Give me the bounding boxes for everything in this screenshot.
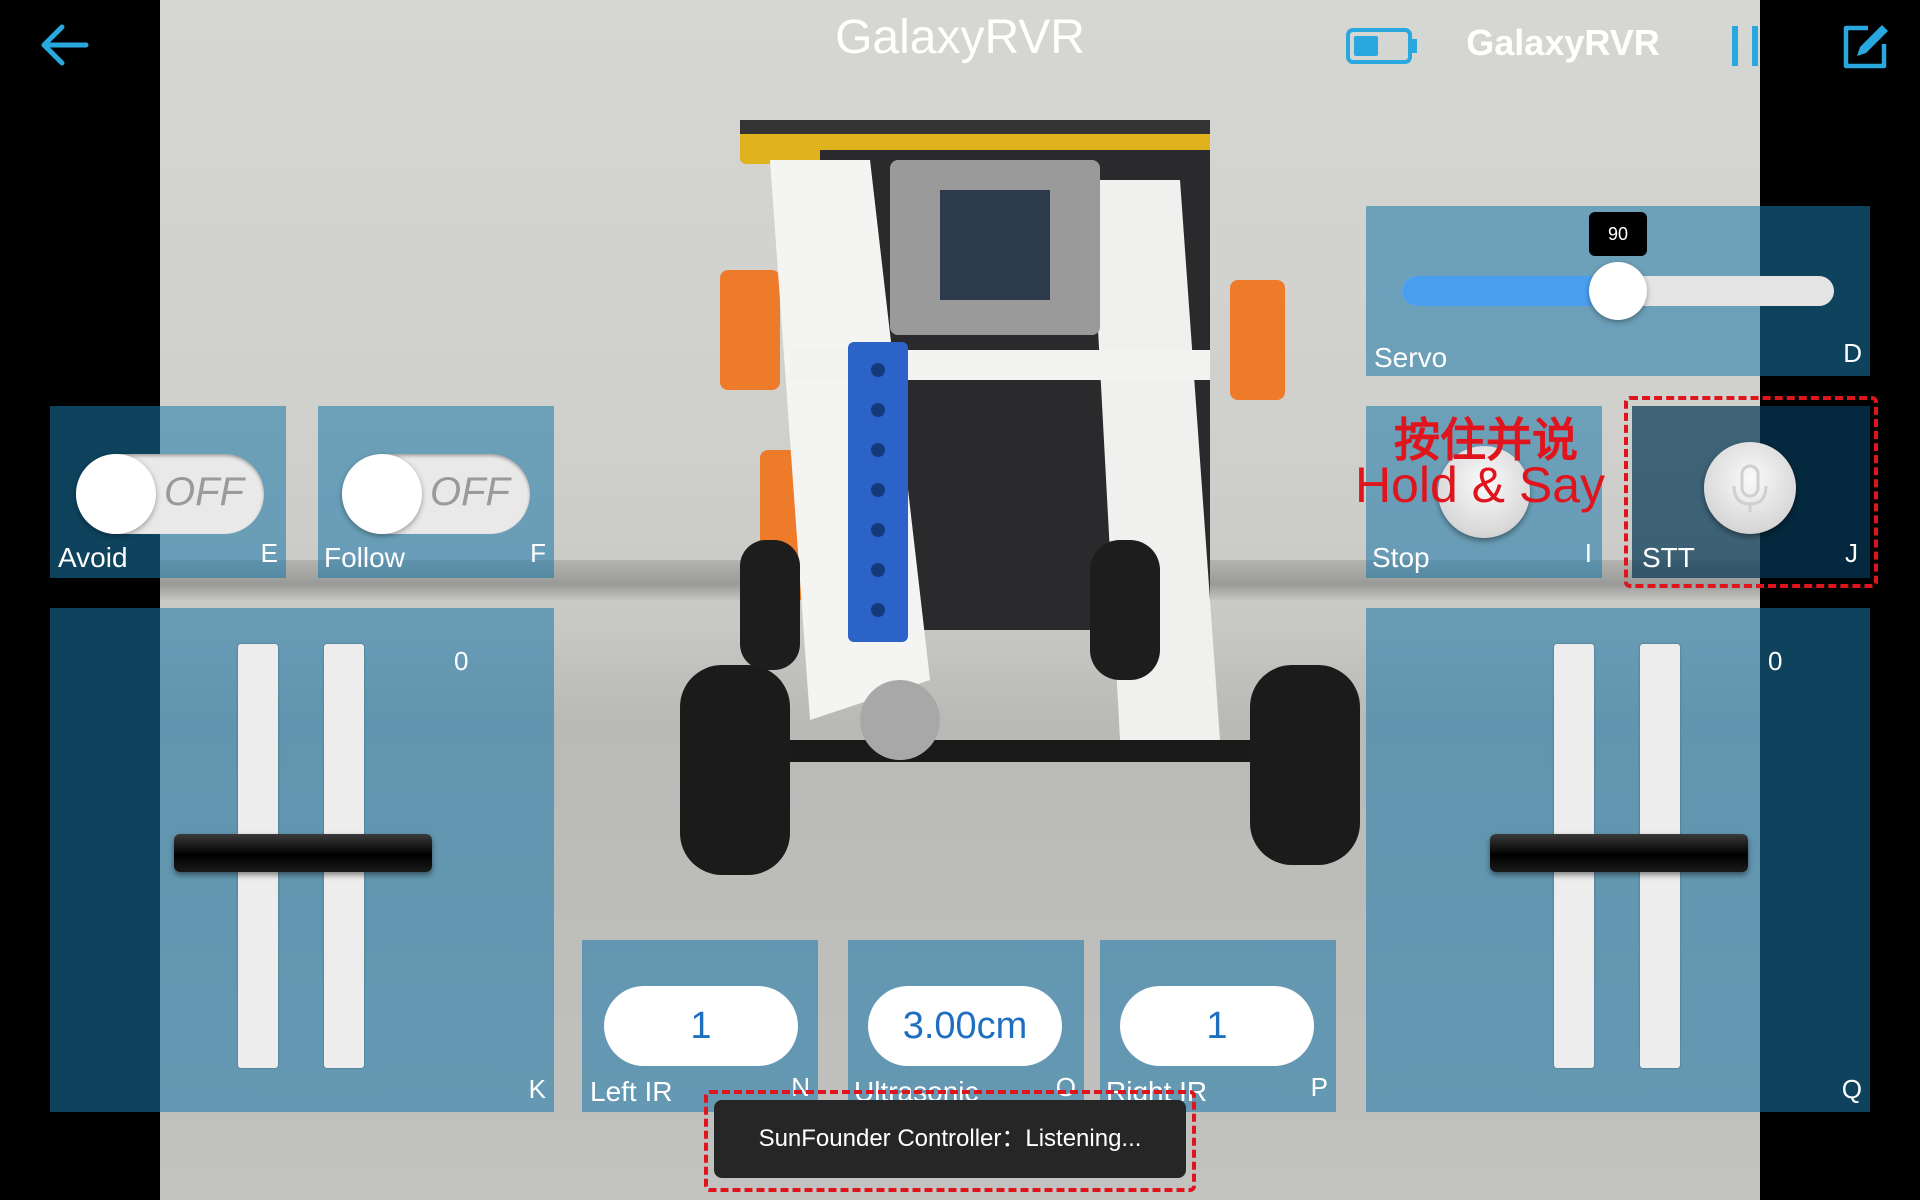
servo-slider-thumb[interactable] bbox=[1589, 262, 1647, 320]
follow-label: Follow bbox=[324, 542, 405, 573]
follow-toggle-state: OFF bbox=[430, 470, 510, 514]
left-ir-label: Left IR bbox=[590, 1076, 673, 1107]
left-throttle-key: K bbox=[528, 1074, 546, 1104]
ultrasonic-value: 3.00cm bbox=[868, 986, 1062, 1066]
stop-key: I bbox=[1584, 538, 1592, 568]
device-name: GalaxyRVR bbox=[1466, 22, 1660, 63]
left-throttle-value: 0 bbox=[454, 646, 469, 676]
left-throttle-widget: 0 K bbox=[50, 608, 554, 1112]
back-button[interactable] bbox=[40, 22, 90, 68]
stt-highlight-box bbox=[1624, 396, 1878, 588]
hold-say-annotation-en: Hold & Say bbox=[1354, 457, 1606, 513]
right-ir-widget: 1 Right IR P bbox=[1100, 940, 1336, 1112]
avoid-toggle-state: OFF bbox=[164, 470, 244, 514]
right-throttle-value: 0 bbox=[1768, 646, 1783, 676]
servo-value-tooltip: 90 bbox=[1589, 212, 1647, 256]
right-throttle-widget: 0 Q bbox=[1366, 608, 1870, 1112]
right-ir-key: P bbox=[1310, 1072, 1328, 1102]
avoid-toggle-knob bbox=[76, 454, 156, 534]
battery-icon bbox=[1346, 28, 1417, 64]
servo-slider-fill bbox=[1402, 276, 1618, 306]
avoid-label: Avoid bbox=[58, 542, 128, 573]
follow-toggle-knob bbox=[342, 454, 422, 534]
robot-image bbox=[680, 120, 1360, 875]
servo-key: D bbox=[1843, 338, 1862, 368]
left-ir-widget: 1 Left IR N bbox=[582, 940, 818, 1112]
servo-label: Servo bbox=[1374, 342, 1448, 373]
right-throttle-lever[interactable] bbox=[1490, 834, 1748, 872]
left-throttle-lever[interactable] bbox=[174, 834, 432, 872]
avoid-widget: OFF Avoid E bbox=[50, 406, 286, 578]
left-ir-value: 1 bbox=[604, 986, 798, 1066]
edit-icon bbox=[1843, 25, 1888, 69]
avoid-toggle[interactable]: OFF bbox=[76, 454, 264, 534]
ultrasonic-widget: 3.00cm Ultrasonic O bbox=[848, 940, 1084, 1112]
right-throttle-key: Q bbox=[1841, 1074, 1862, 1104]
pause-button[interactable] bbox=[1730, 24, 1762, 68]
pause-icon bbox=[1732, 26, 1758, 66]
avoid-key: E bbox=[260, 538, 278, 568]
battery-indicator bbox=[1346, 28, 1418, 64]
edit-button[interactable] bbox=[1840, 22, 1890, 72]
follow-widget: OFF Follow F bbox=[318, 406, 554, 578]
toast-highlight-box bbox=[704, 1090, 1196, 1192]
right-ir-value: 1 bbox=[1120, 986, 1314, 1066]
stop-label: Stop bbox=[1372, 542, 1430, 573]
follow-key: F bbox=[530, 538, 546, 568]
arrow-left-icon bbox=[41, 24, 89, 66]
follow-toggle[interactable]: OFF bbox=[342, 454, 530, 534]
